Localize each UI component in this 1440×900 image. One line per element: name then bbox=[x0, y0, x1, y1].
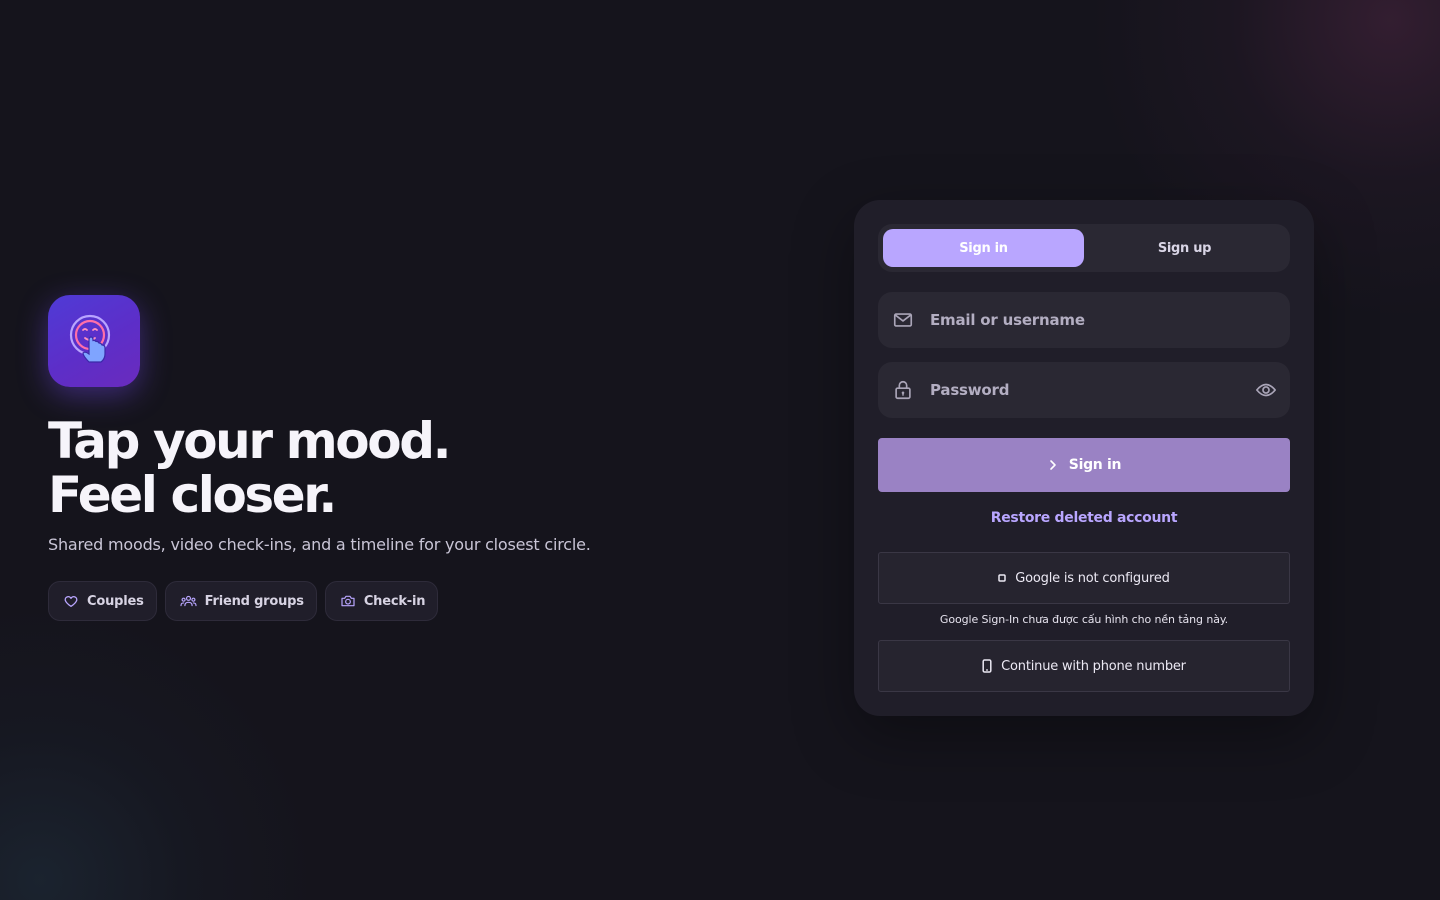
feature-chips: Couples Friend groups Check-in bbox=[48, 581, 439, 621]
tab-sign-up[interactable]: Sign up bbox=[1084, 229, 1285, 267]
tap-mood-logo-icon bbox=[69, 314, 111, 363]
google-button-label: Google is not configured bbox=[1015, 570, 1170, 586]
login-page: Tap your mood. Feel closer. Shared moods… bbox=[0, 0, 1440, 900]
hero-title: Tap your mood. Feel closer. bbox=[48, 414, 748, 522]
phone-icon bbox=[982, 659, 992, 673]
lock-icon bbox=[895, 380, 911, 400]
google-config-note: Google Sign-In chưa được cấu hình cho nề… bbox=[939, 613, 1229, 626]
chip-couples-label: Couples bbox=[87, 593, 144, 609]
chip-check-in-label: Check-in bbox=[363, 593, 426, 609]
hero-title-line-1: Tap your mood. bbox=[48, 412, 452, 470]
hero-subtitle: Shared moods, video check-ins, and a tim… bbox=[48, 535, 591, 554]
tab-sign-in[interactable]: Sign in bbox=[883, 229, 1084, 267]
eye-icon[interactable] bbox=[1254, 379, 1278, 401]
camera-icon bbox=[341, 595, 355, 607]
chevron-right-icon bbox=[1049, 460, 1056, 470]
users-icon bbox=[180, 595, 197, 607]
email-input[interactable] bbox=[930, 292, 1230, 348]
auth-tabs: Sign in Sign up bbox=[878, 224, 1290, 272]
password-input[interactable] bbox=[930, 362, 1230, 418]
chip-friend-groups: Friend groups bbox=[164, 581, 317, 621]
chip-friend-groups-label: Friend groups bbox=[204, 593, 304, 609]
sign-in-button[interactable]: Sign in bbox=[878, 438, 1290, 492]
phone-button-label: Continue with phone number bbox=[1001, 658, 1186, 674]
hero-title-line-2: Feel closer. bbox=[48, 466, 337, 524]
password-field bbox=[878, 362, 1290, 418]
restore-account-link[interactable]: Restore deleted account bbox=[878, 510, 1290, 526]
google-sign-in-button[interactable]: Google is not configured bbox=[878, 552, 1290, 604]
email-field bbox=[878, 292, 1290, 348]
mail-icon bbox=[893, 313, 913, 327]
auth-card: Sign in Sign up Email or username Sign i… bbox=[854, 200, 1314, 716]
google-status-icon bbox=[998, 574, 1007, 582]
chip-check-in: Check-in bbox=[324, 581, 439, 621]
sign-in-button-label: Sign in bbox=[1068, 457, 1122, 473]
app-logo-icon bbox=[48, 295, 140, 387]
chip-couples: Couples bbox=[48, 581, 157, 621]
phone-sign-in-button[interactable]: Continue with phone number bbox=[878, 640, 1290, 692]
heart-icon bbox=[64, 596, 78, 607]
